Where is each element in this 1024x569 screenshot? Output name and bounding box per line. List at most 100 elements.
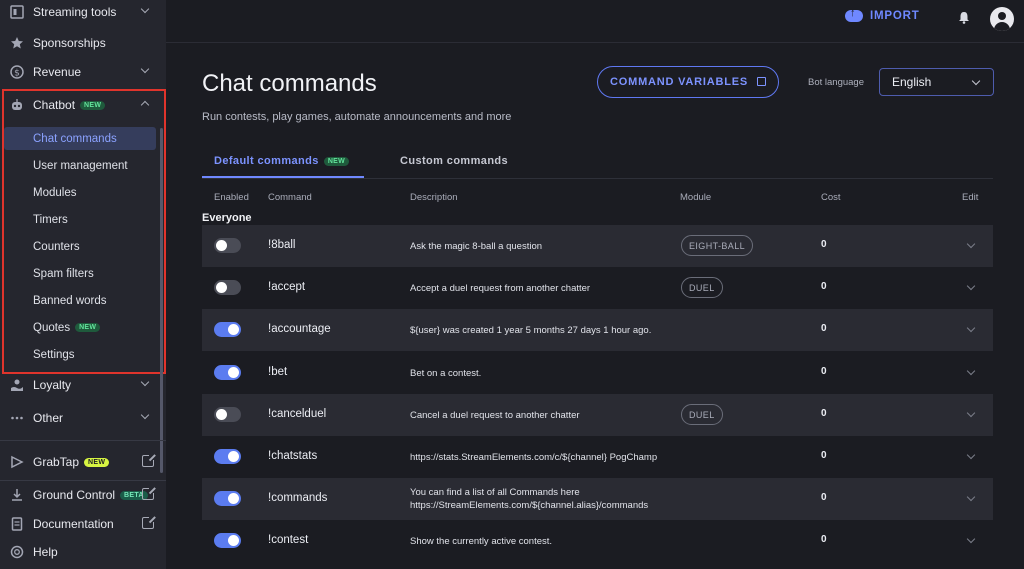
command-name: !8ball (268, 239, 296, 251)
command-cost: 0 (821, 323, 827, 334)
table-row[interactable]: !contest Show the currently active contes… (202, 520, 993, 562)
external-link-icon (142, 486, 156, 500)
column-header-module: Module (680, 192, 712, 203)
bot-language-value: English (892, 75, 932, 89)
command-variables-label: COMMAND VARIABLES (610, 76, 749, 88)
chevron-down-icon[interactable] (966, 450, 976, 460)
bell-icon[interactable] (958, 11, 970, 24)
new-badge: NEW (323, 156, 350, 166)
page-subtitle: Run contests, play games, automate annou… (202, 111, 512, 123)
chevron-down-icon[interactable] (966, 366, 976, 376)
chevron-down-icon[interactable] (966, 408, 976, 418)
enabled-toggle[interactable] (214, 365, 241, 380)
chevron-down-icon[interactable] (966, 239, 976, 249)
module-badge: DUEL (681, 277, 723, 298)
chevron-down-icon (140, 377, 150, 387)
dollar-icon: $ (10, 65, 24, 79)
new-badge: NEW (84, 457, 110, 467)
chevron-down-icon (140, 410, 150, 420)
command-name: !contest (268, 534, 309, 546)
tab-default-commands[interactable]: Default commands NEW (214, 155, 350, 167)
table-row[interactable]: !chatstats https://stats.StreamElements.c… (202, 436, 993, 478)
command-cost: 0 (821, 366, 827, 377)
chevron-down-icon[interactable] (966, 323, 976, 333)
enabled-toggle[interactable] (214, 407, 241, 422)
command-description: Show the currently active contest. (410, 535, 553, 547)
page-title: Chat commands (202, 70, 377, 97)
topbar-divider (166, 42, 1024, 43)
sidebar-item-loyalty[interactable]: Loyalty (0, 373, 166, 397)
command-description: Bet on a contest. (410, 367, 482, 379)
streaming-tools-icon (10, 5, 24, 19)
sidebar-item-ground-control[interactable]: Ground Control BETA (0, 483, 166, 507)
table-row[interactable]: !commands You can find a list of all Comm… (202, 478, 993, 520)
sidebar-item-revenue[interactable]: $ Revenue (0, 60, 166, 84)
command-cost: 0 (821, 534, 827, 545)
external-link-icon (757, 77, 766, 86)
chevron-down-icon[interactable] (966, 534, 976, 544)
sidebar-item-label: Documentation (33, 517, 114, 531)
sidebar-divider (0, 440, 166, 441)
command-name: !cancelduel (268, 408, 327, 420)
download-icon (10, 488, 24, 502)
star-icon (10, 36, 24, 50)
sidebar-item-help[interactable]: Help (0, 540, 166, 564)
table-row[interactable]: !accept Accept a duel request from anothe… (202, 267, 993, 309)
sidebar-item-documentation[interactable]: Documentation (0, 512, 166, 536)
enabled-toggle[interactable] (214, 280, 241, 295)
import-button[interactable]: IMPORT (845, 7, 920, 22)
loyalty-hand-icon (10, 378, 24, 392)
chevron-down-icon (971, 76, 981, 86)
command-cost: 0 (821, 450, 827, 461)
enabled-toggle[interactable] (214, 322, 241, 337)
command-name: !chatstats (268, 450, 318, 462)
command-description: Accept a duel request from another chatt… (410, 282, 591, 294)
sidebar-item-label: Streaming tools (33, 5, 117, 19)
enabled-toggle[interactable] (214, 238, 241, 253)
sidebar-item-grabtap[interactable]: GrabTap NEW (0, 450, 166, 474)
sidebar-divider (0, 480, 166, 481)
column-header-description: Description (410, 192, 458, 203)
sidebar-item-label: Ground Control (33, 488, 116, 502)
sidebar-item-other[interactable]: Other (0, 406, 166, 430)
sidebar-item-label: Sponsorships (33, 36, 106, 50)
sidebar-item-label: Other (33, 411, 64, 425)
cloud-upload-icon (845, 7, 863, 22)
bot-language-label: Bot language (808, 77, 864, 88)
sidebar-item-sponsorships[interactable]: Sponsorships (0, 31, 166, 55)
tabs-divider (202, 178, 993, 179)
import-label: IMPORT (870, 10, 920, 22)
table-row[interactable]: !bet Bet on a contest. 0 (202, 352, 993, 394)
grabtap-icon (10, 455, 24, 469)
sidebar-item-label: Revenue (33, 65, 82, 79)
sidebar: Streaming tools Sponsorships $ Revenue C… (0, 0, 166, 569)
command-description: ${user} was created 1 year 5 months 27 d… (410, 324, 652, 336)
command-cost: 0 (821, 408, 827, 419)
sidebar-item-label: Help (33, 545, 58, 559)
command-cost: 0 (821, 239, 827, 250)
external-link-icon (142, 453, 156, 467)
column-header-edit: Edit (962, 192, 979, 203)
avatar[interactable] (990, 7, 1014, 31)
chevron-down-icon[interactable] (966, 281, 976, 291)
bot-language-select[interactable]: English (879, 68, 994, 96)
column-header-cost: Cost (821, 192, 841, 203)
enabled-toggle[interactable] (214, 449, 241, 464)
group-label-everyone: Everyone (202, 212, 252, 224)
table-row[interactable]: !8ball Ask the magic 8-ball a question EIG… (202, 225, 993, 267)
sidebar-item-label: Loyalty (33, 378, 72, 392)
enabled-toggle[interactable] (214, 533, 241, 548)
highlight-annotation-box (2, 89, 166, 374)
command-name: !commands (268, 492, 328, 504)
sidebar-item-streaming-tools[interactable]: Streaming tools (0, 0, 166, 24)
tab-label: Default commands (214, 155, 319, 167)
external-link-icon (142, 515, 156, 529)
table-row[interactable]: !accountage ${user} was created 1 year 5 … (202, 309, 993, 351)
command-variables-button[interactable]: COMMAND VARIABLES (597, 66, 779, 98)
enabled-toggle[interactable] (214, 491, 241, 506)
chevron-down-icon[interactable] (966, 492, 976, 502)
table-row[interactable]: !cancelduel Cancel a duel request to anot… (202, 394, 993, 436)
chevron-down-icon (140, 64, 150, 74)
active-tab-indicator (202, 176, 364, 178)
tab-custom-commands[interactable]: Custom commands (400, 155, 508, 167)
